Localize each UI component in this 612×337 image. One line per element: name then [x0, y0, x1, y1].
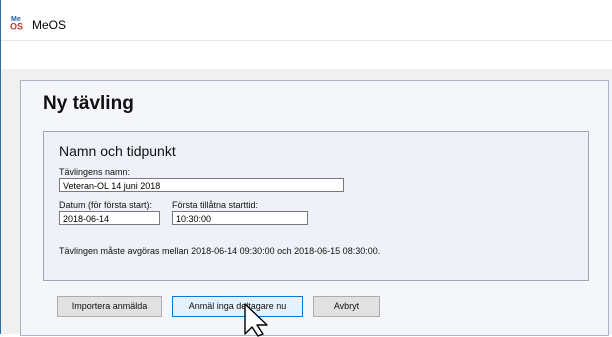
competition-window-info: Tävlingen måste avgöras mellan 2018-06-1…: [59, 246, 381, 256]
page-title: Ny tävling: [43, 93, 134, 114]
meos-logo-icon: Me OS: [10, 16, 23, 31]
group-title: Namn och tidpunkt: [59, 143, 176, 159]
mouse-pointer-icon: [244, 303, 268, 337]
date-label: Datum (för första start):: [59, 200, 153, 210]
cancel-button[interactable]: Avbryt: [313, 296, 380, 317]
import-entries-button[interactable]: Importera anmälda: [57, 296, 162, 317]
first-start-label: Första tillåtna starttid:: [172, 200, 259, 210]
window-title: MeOS: [32, 18, 67, 32]
logo-text-bottom: OS: [10, 22, 23, 31]
name-and-time-group: Namn och tidpunkt Tävlingens namn: Veter…: [43, 131, 589, 281]
title-bar: Me OS MeOS: [1, 0, 612, 40]
menu-strip: [1, 40, 612, 70]
competition-name-label: Tävlingens namn:: [59, 167, 131, 177]
competition-name-input[interactable]: Veteran-OL 14 juni 2018: [59, 178, 344, 192]
app-window: Me OS MeOS Ny tävling Namn och tidpunkt …: [0, 0, 612, 337]
date-input[interactable]: 2018-06-14: [59, 211, 160, 225]
first-start-input[interactable]: 10:30:00: [172, 211, 308, 225]
